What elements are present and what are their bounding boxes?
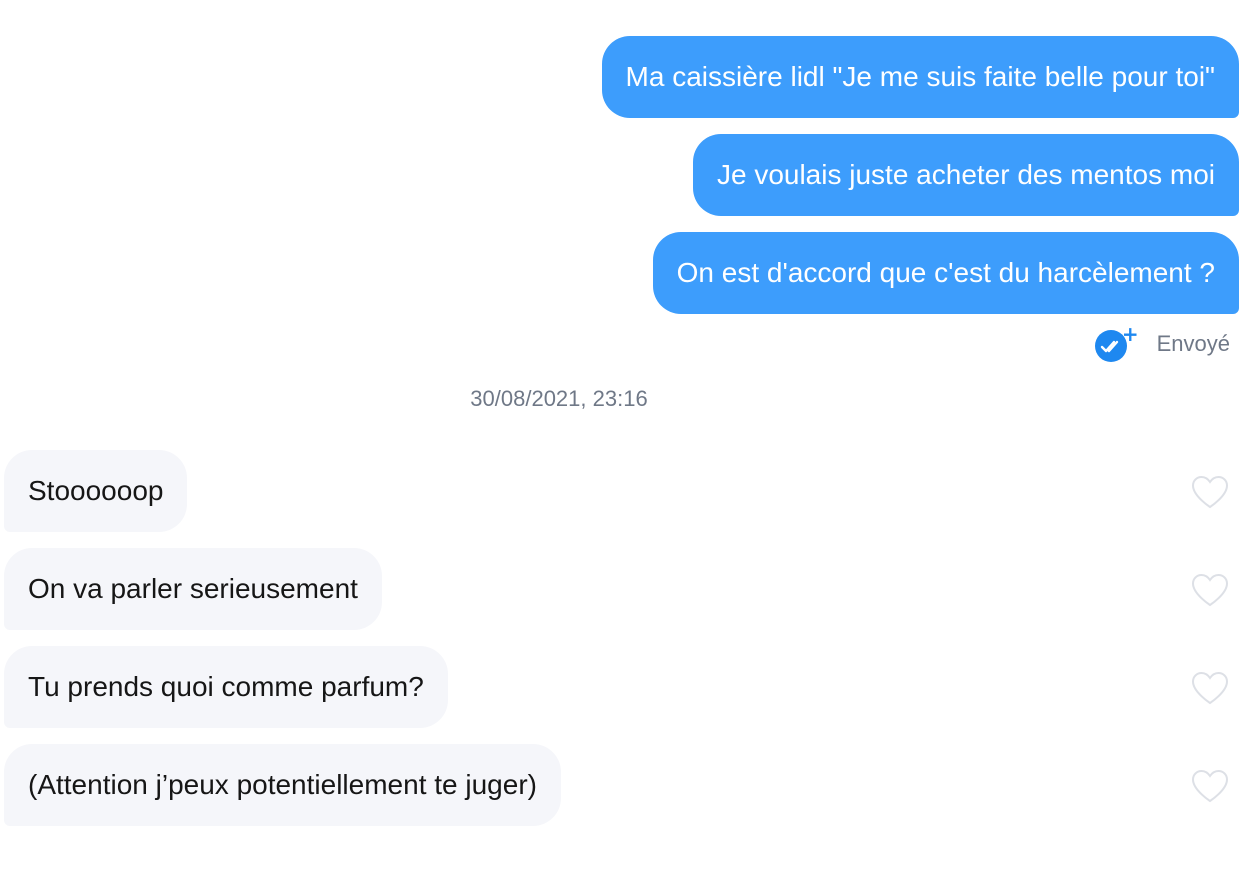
status-label: Envoyé <box>1156 331 1230 356</box>
like-heart-icon[interactable] <box>1190 768 1230 804</box>
received-message[interactable]: Tu prends quoi comme parfum? <box>4 646 448 728</box>
read-receipt-icon: + <box>1094 322 1139 362</box>
received-message[interactable]: (Attention j’peux potentiellement te jug… <box>4 744 561 826</box>
sent-message[interactable]: On est d'accord que c'est du harcèlement… <box>652 232 1239 314</box>
sent-message[interactable]: Je voulais juste acheter des mentos moi <box>692 134 1239 216</box>
received-message[interactable]: Stoooooop <box>4 450 188 532</box>
like-heart-icon[interactable] <box>1190 670 1230 706</box>
message-status: + Envoyé <box>1094 322 1230 362</box>
like-heart-icon[interactable] <box>1190 572 1230 608</box>
timestamp: 30/08/2021, 23:16 <box>470 386 648 411</box>
received-message[interactable]: On va parler serieusement <box>4 548 382 630</box>
sent-message[interactable]: Ma caissière lidl "Je me suis faite bell… <box>601 36 1239 118</box>
like-heart-icon[interactable] <box>1190 474 1230 510</box>
chat-thread: Ma caissière lidl "Je me suis faite bell… <box>0 0 1258 870</box>
